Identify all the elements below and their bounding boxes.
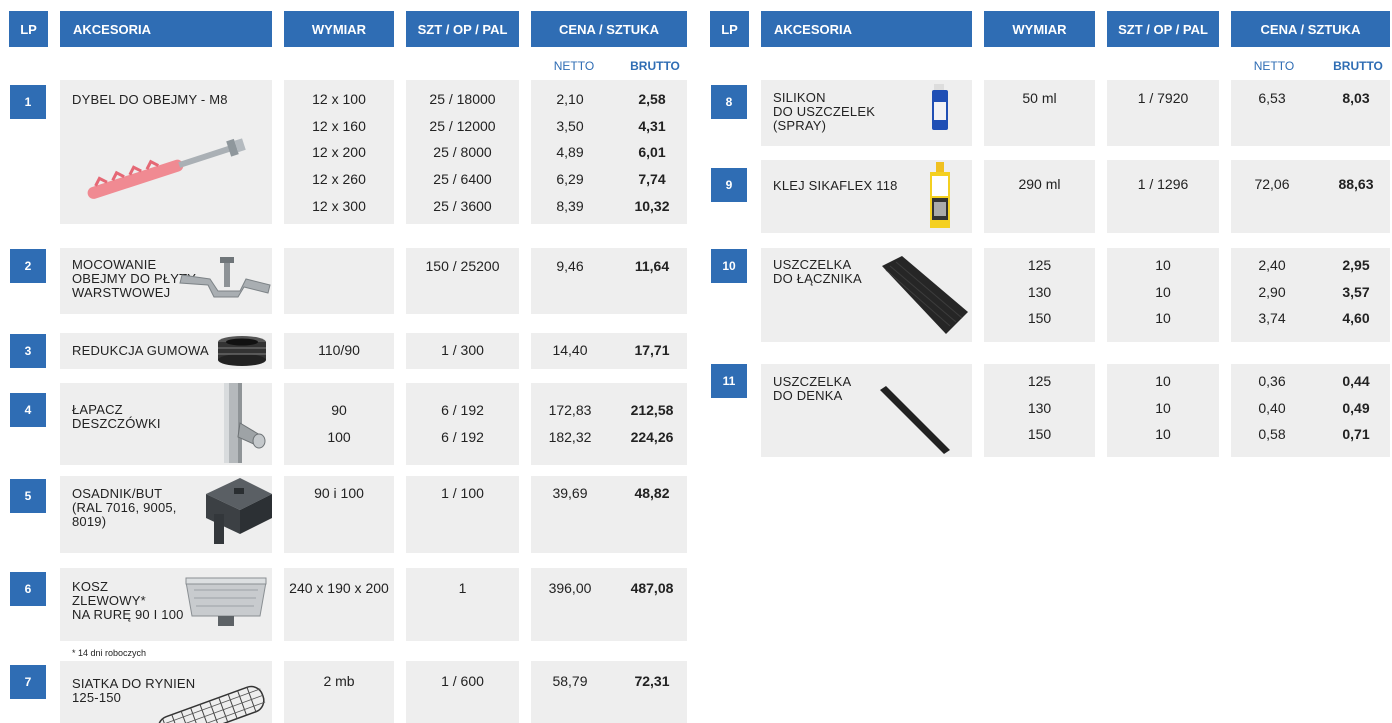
brutto-values: 2,58 4,31 6,01 7,74 10,32 [634,91,670,214]
header-szt-left: SZT / OP / PAL [406,11,519,47]
row-number: 7 [10,665,46,699]
sealant-cartridge-icon [930,162,950,228]
szt-values: 150 / 25200 [425,258,500,274]
product-name: OSADNIK/BUT (RAL 7016, 9005, 8019) [72,486,177,529]
gasket-strip-icon [880,386,950,454]
spray-can-icon [932,84,948,130]
netto-values: 172,83 182,32 [548,402,592,445]
wymiar-values: 12 x 100 12 x 160 12 x 200 12 x 260 12 x 300 [312,91,366,214]
szt-values: 1 / 300 [441,342,484,358]
header-cena-left: CENA / SZTUKA [531,11,687,47]
gasket-mat-icon [882,256,968,334]
subheader-netto-left: NETTO [553,59,595,73]
netto-values: 72,06 [1254,176,1290,192]
netto-values: 58,79 [552,673,588,689]
wymiar-values: 90 i 100 [314,485,364,501]
header-wymiar-left: WYMIAR [284,11,394,47]
footnote: * 14 dni roboczych [72,648,147,658]
szt-values: 10 10 10 [1155,373,1171,443]
header-lp-left: LP [9,11,48,47]
row-number: 4 [10,393,46,427]
brutto-values: 72,31 [634,673,670,689]
netto-values: 39,69 [552,485,588,501]
netto-values: 0,36 0,40 0,58 [1258,373,1286,443]
bracket-icon [179,257,271,298]
szt-values: 1 / 100 [441,485,484,501]
product-name: REDUKCJA GUMOWA [72,343,209,358]
wymiar-values: 50 ml [1022,90,1057,106]
subheader-netto-right: NETTO [1253,59,1295,73]
subheader-brutto-right: BRUTTO [1333,59,1383,73]
szt-values: 1 [458,580,467,596]
product-name: DYBEL DO OBEJMY - M8 [72,92,228,107]
brutto-values: 2,95 3,57 4,60 [1342,257,1370,327]
settler-icon [206,478,272,544]
netto-values: 9,46 [556,258,584,274]
row-number: 3 [10,334,46,368]
szt-values: 10 10 10 [1155,257,1171,327]
brutto-values: 17,71 [634,342,670,358]
product-name: USZCZELKA DO ŁĄCZNIKA [773,257,862,286]
brutto-values: 487,08 [630,580,674,596]
product-name: KLEJ SIKAFLEX 118 [773,178,898,193]
brutto-values: 88,63 [1338,176,1374,192]
header-cena-right: CENA / SZTUKA [1231,11,1390,47]
brutto-values: 48,82 [634,485,670,501]
row-number: 6 [10,572,46,606]
szt-values: 6 / 192 6 / 192 [441,402,484,445]
header-szt-right: SZT / OP / PAL [1107,11,1219,47]
product-name: KOSZ ZLEWOWY* NA RURĘ 90 i 100 [72,579,184,622]
netto-values: 6,53 [1258,90,1286,106]
row-number: 1 [10,85,46,119]
gutter-mesh-icon [156,685,266,723]
row-number: 9 [711,168,747,202]
row-number: 2 [10,249,46,283]
szt-values: 1 / 600 [441,673,484,689]
netto-values: 2,40 2,90 3,74 [1258,257,1286,327]
netto-values: 2,10 3,50 4,89 6,29 8,39 [556,91,584,214]
wymiar-values: 90 100 [327,402,351,445]
sink-basket-icon [185,577,267,626]
rainwater-collector-icon [224,383,266,463]
brutto-values: 8,03 [1342,90,1370,106]
row-number: 10 [711,249,747,283]
row-number: 11 [711,364,747,398]
wymiar-values: 2 mb [323,673,355,689]
wymiar-values: 290 ml [1018,176,1061,192]
szt-values: 1 / 7920 [1137,90,1189,106]
wymiar-values: 125 130 150 [1027,257,1052,327]
szt-values: 25 / 18000 25 / 12000 25 / 8000 25 / 6400 25… [429,91,496,214]
product-name: MOCOWANIE OBEJMY DO PŁYTY WARSTWOWEJ [72,257,197,300]
netto-values: 396,00 [548,580,592,596]
row-number: 5 [10,479,46,513]
subheader-brutto-left: BRUTTO [630,59,680,73]
product-name: USZCZELKA DO DENKA [773,374,852,403]
header-lp-right: LP [710,11,749,47]
wymiar-values: 240 x 190 x 200 [289,580,389,596]
netto-values: 14,40 [552,342,588,358]
product-name: ŁAPACZ DESZCZÓWKI [72,402,161,431]
wymiar-values: 110/90 [318,342,360,358]
brutto-values: 0,44 0,49 0,71 [1342,373,1370,443]
header-akcesoria-left: AKCESORIA [60,11,272,47]
wymiar-values: 125 130 150 [1027,373,1052,443]
szt-values: 1 / 1296 [1137,176,1189,192]
row-number: 8 [711,85,747,119]
brutto-values: 212,58 224,26 [630,402,674,445]
header-akcesoria-right: AKCESORIA [761,11,972,47]
brutto-values: 11,64 [634,258,670,274]
product-name: SILIKON DO USZCZELEK (SPRAY) [773,90,876,133]
rubber-reducer-icon [218,336,266,366]
header-wymiar-right: WYMIAR [984,11,1095,47]
wall-plug-icon [87,138,246,199]
